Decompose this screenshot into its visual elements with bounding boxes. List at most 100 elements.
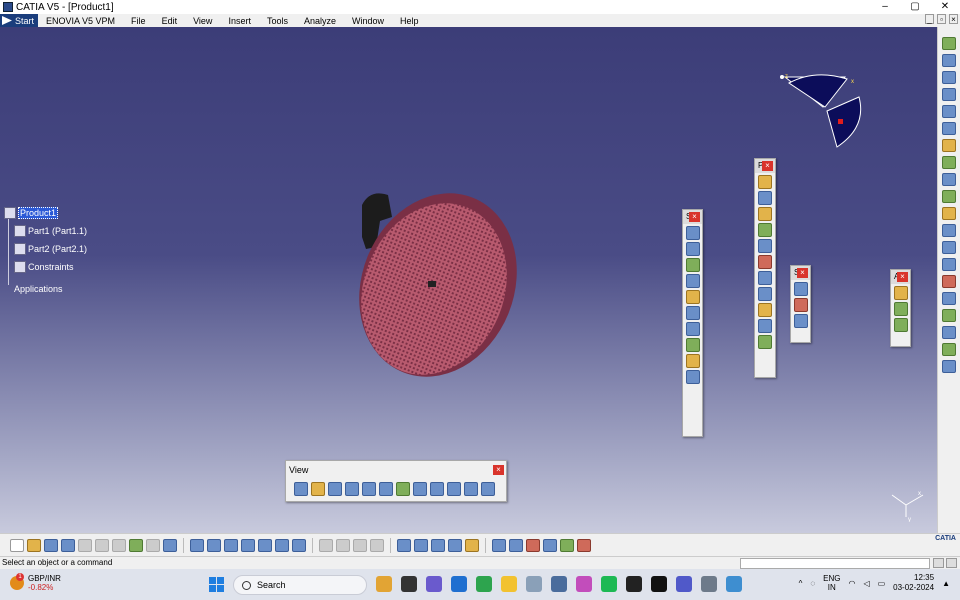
tool-icon[interactable] <box>397 538 411 552</box>
close-icon[interactable]: × <box>762 161 773 171</box>
taskbar-search[interactable]: Search <box>233 575 367 595</box>
rotate-icon[interactable] <box>345 482 359 496</box>
windows-start-icon[interactable] <box>209 577 224 592</box>
command-input[interactable] <box>740 558 930 569</box>
doc-close-button[interactable]: × <box>949 14 958 24</box>
tool-icon[interactable] <box>685 290 700 304</box>
tool-icon[interactable] <box>758 255 772 269</box>
doc-restore-button[interactable]: ▫ <box>937 14 946 24</box>
tool-icon[interactable] <box>942 326 956 339</box>
stock-widget[interactable]: GBP/INR -0.82% <box>10 573 61 592</box>
tool-icon[interactable] <box>893 302 908 316</box>
tool-icon[interactable] <box>942 156 956 169</box>
tool-icon[interactable] <box>758 303 772 317</box>
tool-icon[interactable] <box>942 207 956 220</box>
comment-icon[interactable] <box>207 538 221 552</box>
tool-icon[interactable] <box>942 37 956 50</box>
tool-icon[interactable] <box>942 241 956 254</box>
tool-icon[interactable] <box>758 223 772 237</box>
spotify-icon[interactable] <box>601 576 617 592</box>
gear-model[interactable] <box>340 177 530 377</box>
paste-icon[interactable] <box>112 538 126 552</box>
start-menu[interactable]: Start <box>0 14 39 27</box>
menu-view[interactable]: View <box>185 16 220 26</box>
tool-icon[interactable] <box>758 271 772 285</box>
edge-icon[interactable] <box>476 576 492 592</box>
tool-icon[interactable] <box>543 538 557 552</box>
tool-icon[interactable] <box>685 258 700 272</box>
photos-icon[interactable] <box>526 576 542 592</box>
menu-window[interactable]: Window <box>344 16 392 26</box>
tool-icon[interactable] <box>414 538 428 552</box>
menu-analyze[interactable]: Analyze <box>296 16 344 26</box>
tool-icon[interactable] <box>793 298 808 312</box>
tool-icon[interactable] <box>758 207 772 221</box>
tool-icon[interactable] <box>942 224 956 237</box>
copy-icon[interactable] <box>95 538 109 552</box>
multi-view-icon[interactable] <box>413 482 427 496</box>
settings-icon[interactable] <box>701 576 717 592</box>
language-indicator[interactable]: ENG IN <box>823 574 840 592</box>
tool-icon[interactable] <box>893 286 908 300</box>
menu-file[interactable]: File <box>123 16 154 26</box>
swap-space-icon[interactable] <box>481 482 495 496</box>
tool-icon[interactable] <box>685 338 700 352</box>
fly-mode-icon[interactable] <box>294 482 308 496</box>
tree-node-product1[interactable]: Product1 <box>4 207 59 219</box>
tool-icon[interactable] <box>685 226 700 240</box>
new-icon[interactable] <box>10 538 24 552</box>
tool-icon[interactable] <box>942 360 956 373</box>
tool-icon[interactable] <box>685 354 700 368</box>
tool-icon[interactable] <box>942 105 956 118</box>
tool-icon[interactable] <box>942 343 956 356</box>
tool-icon[interactable] <box>942 71 956 84</box>
wifi-icon[interactable]: ◠ <box>848 579 855 588</box>
save-icon[interactable] <box>44 538 58 552</box>
tool-icon[interactable] <box>509 538 523 552</box>
tool-icon[interactable] <box>685 242 700 256</box>
toolbar-3-header[interactable]: S × <box>791 266 810 280</box>
minimize-button[interactable]: – <box>870 0 900 14</box>
status-icon[interactable] <box>933 558 944 568</box>
view-toolbar-header[interactable]: View × <box>286 461 506 479</box>
cut-icon[interactable] <box>78 538 92 552</box>
tool-icon[interactable] <box>465 538 479 552</box>
tool-icon[interactable] <box>224 538 238 552</box>
tool-icon[interactable] <box>448 538 462 552</box>
maximize-button[interactable]: ▢ <box>900 0 930 14</box>
tool-icon[interactable] <box>942 173 956 186</box>
print-icon[interactable] <box>61 538 75 552</box>
task-view-icon[interactable] <box>401 576 417 592</box>
tool-icon[interactable] <box>275 538 289 552</box>
close-icon[interactable]: × <box>493 465 504 475</box>
pan-icon[interactable] <box>328 482 342 496</box>
tool-icon[interactable] <box>942 122 956 135</box>
table-icon[interactable] <box>241 538 255 552</box>
tool-icon[interactable] <box>793 314 808 328</box>
toolbar-1-header[interactable]: S × <box>683 210 702 224</box>
tool-icon[interactable] <box>526 538 540 552</box>
menu-help[interactable]: Help <box>392 16 427 26</box>
app-icon[interactable] <box>576 576 592 592</box>
tool-icon[interactable] <box>560 538 574 552</box>
tool-icon[interactable] <box>336 538 350 552</box>
tool-icon[interactable] <box>685 322 700 336</box>
tool-icon[interactable] <box>431 538 445 552</box>
tool-icon[interactable] <box>942 292 956 305</box>
tool-icon[interactable] <box>353 538 367 552</box>
tool-icon[interactable] <box>319 538 333 552</box>
terminal-icon[interactable] <box>626 576 642 592</box>
grid-icon[interactable] <box>577 538 591 552</box>
normal-view-icon[interactable] <box>396 482 410 496</box>
tool-icon[interactable] <box>370 538 384 552</box>
tool-icon[interactable] <box>685 370 700 384</box>
tool-icon[interactable] <box>942 309 956 322</box>
select-icon[interactable] <box>942 139 956 152</box>
doc-minimize-button[interactable]: _ <box>925 14 934 24</box>
menu-tools[interactable]: Tools <box>259 16 296 26</box>
close-icon[interactable]: × <box>797 268 808 278</box>
status-icon[interactable] <box>946 558 957 568</box>
network-off-icon[interactable]: ◌ <box>810 579 815 588</box>
tool-icon[interactable] <box>758 335 772 349</box>
app-icon[interactable] <box>551 576 567 592</box>
